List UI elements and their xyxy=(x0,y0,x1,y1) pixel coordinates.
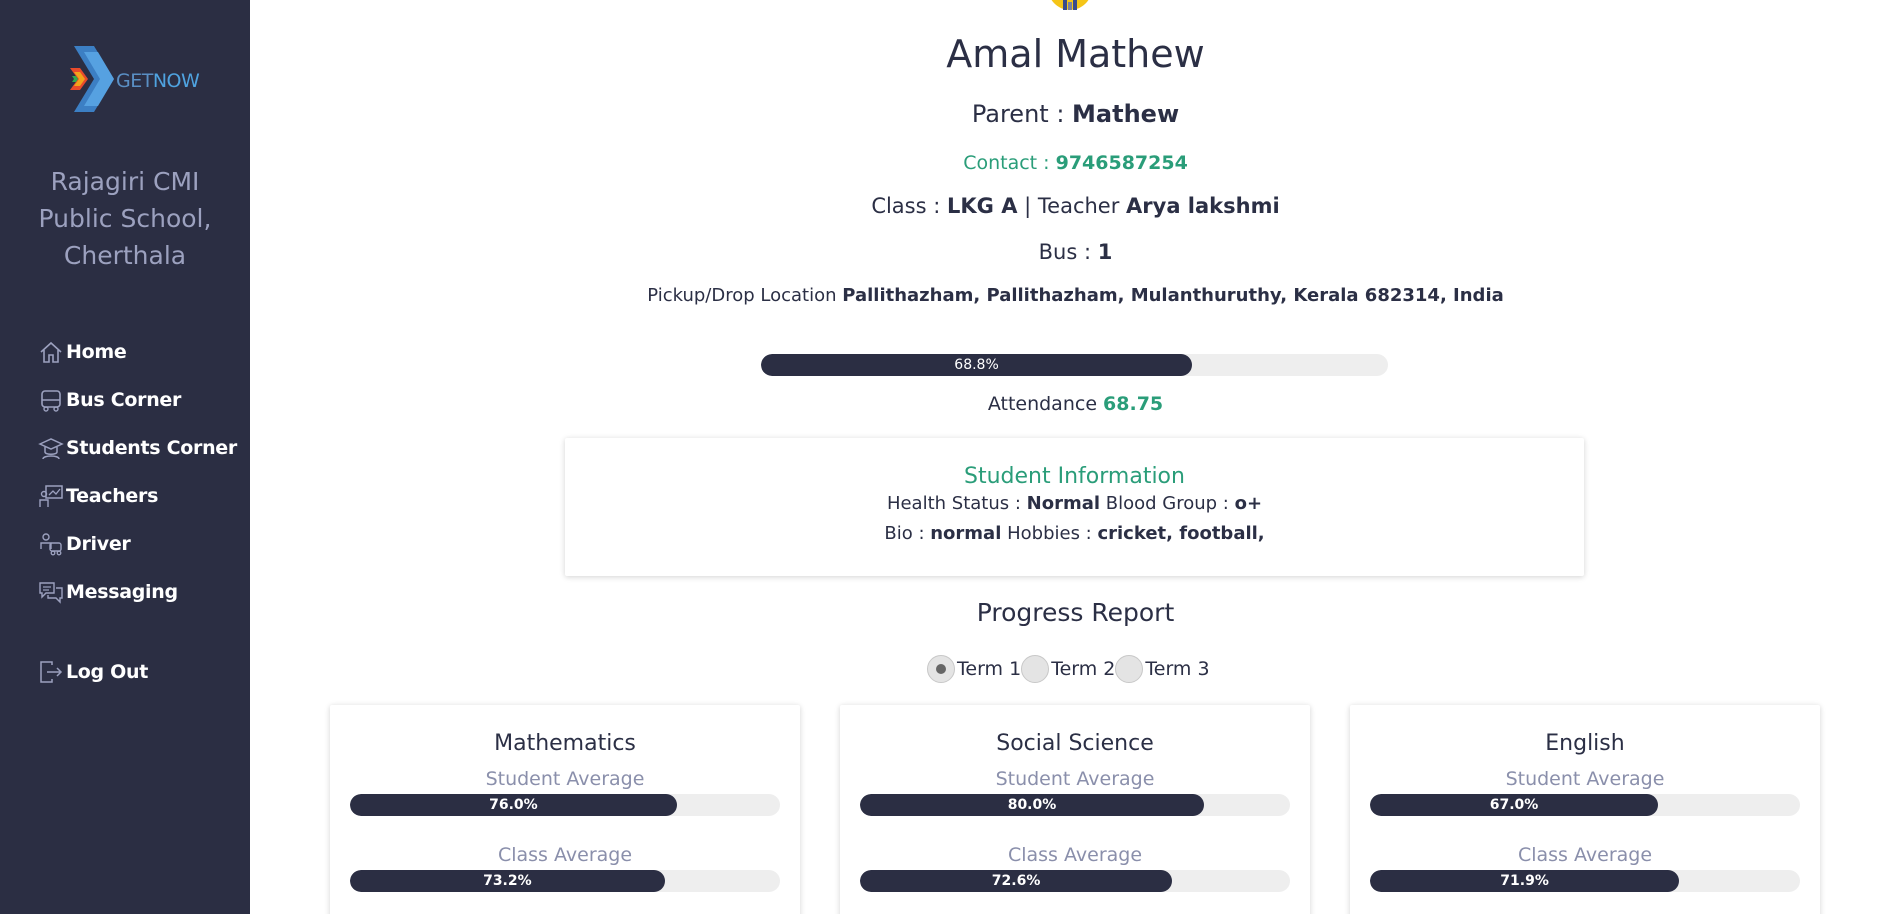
bio-value: normal xyxy=(930,523,1002,544)
health-label: Health Status : xyxy=(886,493,1027,514)
student-information-title: Student Information xyxy=(964,464,1185,489)
sidebar-item-label: Messaging xyxy=(66,581,178,603)
teacher-board-icon xyxy=(39,485,63,507)
blood-group-label: Blood Group : xyxy=(1100,493,1235,514)
home-icon xyxy=(40,341,62,363)
term-2-option[interactable]: Term 2 xyxy=(1021,655,1115,683)
parent-label: Parent : xyxy=(971,100,1073,128)
student-average-fill: 80.0% xyxy=(860,794,1204,816)
student-average-label: Student Average xyxy=(995,768,1155,790)
term-1-option[interactable]: Term 1 xyxy=(927,655,1021,683)
blood-group-value: o+ xyxy=(1234,493,1263,514)
attendance-progress-bar: 68.8% xyxy=(761,354,1388,376)
term-3-radio[interactable] xyxy=(1115,655,1144,683)
chat-icon xyxy=(39,582,63,604)
class-average-label: Class Average xyxy=(1517,844,1653,866)
parent-name: Mathew xyxy=(1072,100,1180,128)
location-line: Pickup/Drop Location Pallithazham, Palli… xyxy=(250,285,1901,306)
logo-wordmark: GETNOW xyxy=(116,70,200,92)
subject-card-social-science: Social Science Student Average 80.0% Cla… xyxy=(840,705,1310,914)
class-average-fill: 73.2% xyxy=(350,870,665,892)
class-average-fill: 71.9% xyxy=(1370,870,1680,892)
contact-number[interactable]: 9746587254 xyxy=(1056,152,1188,174)
subject-card-mathematics: Mathematics Student Average 76.0% Class … xyxy=(330,705,800,914)
class-average-bar: 73.2% xyxy=(350,870,780,892)
getnow-logo[interactable]: GETNOW xyxy=(70,46,200,116)
logout-icon xyxy=(40,661,63,683)
main-content: Amal Mathew Parent : Mathew Contact : 97… xyxy=(250,0,1901,914)
parent-line: Parent : Mathew xyxy=(250,100,1901,128)
class-average-bar: 72.6% xyxy=(860,870,1290,892)
teacher-label: | Teacher xyxy=(1017,194,1127,218)
class-label: Class : xyxy=(871,194,947,218)
health-value: Normal xyxy=(1026,493,1101,514)
sidebar-item-label: Bus Corner xyxy=(66,389,182,411)
logo-chevron-icon xyxy=(70,46,114,112)
sidebar-item-home[interactable]: Home xyxy=(38,328,237,376)
class-average-label: Class Average xyxy=(1007,844,1143,866)
student-average-bar: 76.0% xyxy=(350,794,780,816)
logout-button[interactable]: Log Out xyxy=(38,648,237,696)
attendance-progress-fill: 68.8% xyxy=(761,354,1193,376)
contact-label: Contact : xyxy=(963,152,1056,174)
sidebar-item-driver[interactable]: Driver xyxy=(38,520,237,568)
hobbies-value: cricket, football, xyxy=(1097,523,1265,544)
class-value: LKG A xyxy=(947,194,1018,218)
sidebar-item-teachers[interactable]: Teachers xyxy=(38,472,237,520)
bus-number: 1 xyxy=(1097,240,1113,264)
attendance-line: Attendance 68.75 xyxy=(250,393,1901,415)
attendance-value: 68.75 xyxy=(1103,393,1164,415)
sidebar-item-label: Home xyxy=(66,341,127,363)
sidebar-item-label: Teachers xyxy=(66,485,159,507)
progress-report-title: Progress Report xyxy=(976,598,1175,627)
term-label: Term 1 xyxy=(957,658,1022,680)
logout-label: Log Out xyxy=(66,661,149,683)
sidebar-item-bus-corner[interactable]: Bus Corner xyxy=(38,376,237,424)
student-average-bar: 67.0% xyxy=(1370,794,1800,816)
student-average-label: Student Average xyxy=(485,768,645,790)
student-name: Amal Mathew xyxy=(946,32,1205,76)
bus-icon xyxy=(41,390,61,412)
location-label: Pickup/Drop Location xyxy=(647,285,843,306)
student-average-bar: 80.0% xyxy=(860,794,1290,816)
subject-card-english: English Student Average 67.0% Class Aver… xyxy=(1350,705,1820,914)
subject-name: Social Science xyxy=(996,731,1154,756)
bus-line: Bus : 1 xyxy=(250,240,1901,264)
student-average-fill: 76.0% xyxy=(350,794,677,816)
class-average-label: Class Average xyxy=(497,844,633,866)
sidebar-nav: Home Bus Corner Students Corner Teachers… xyxy=(38,328,237,696)
bus-label: Bus : xyxy=(1038,240,1098,264)
student-information-card: Student Information Health Status : Norm… xyxy=(565,438,1584,576)
bio-label: Bio : xyxy=(884,523,931,544)
teacher-name: Arya lakshmi xyxy=(1126,194,1280,218)
driver-icon xyxy=(40,533,62,556)
term-selector: Term 1 Term 2 Term 3 xyxy=(927,655,1210,683)
hobbies-label: Hobbies : xyxy=(1001,523,1098,544)
graduate-icon xyxy=(38,438,64,460)
school-name: Rajagiri CMI Public School, Cherthala xyxy=(38,167,212,270)
student-avatar xyxy=(1051,0,1089,10)
subject-name: Mathematics xyxy=(494,731,636,756)
sidebar-item-label: Driver xyxy=(66,533,131,555)
term-label: Term 3 xyxy=(1145,658,1210,680)
term-2-radio[interactable] xyxy=(1021,655,1050,683)
class-line: Class : LKG A | Teacher Arya lakshmi xyxy=(250,194,1901,218)
sidebar-item-label: Students Corner xyxy=(66,437,237,459)
location-value: Pallithazham, Pallithazham, Mulanthuruth… xyxy=(842,285,1504,306)
sidebar: GETNOW Rajagiri CMI Public School, Chert… xyxy=(0,0,250,914)
term-3-option[interactable]: Term 3 xyxy=(1115,655,1210,683)
attendance-label: Attendance xyxy=(987,393,1104,415)
subject-name: English xyxy=(1545,731,1625,756)
bio-line: Bio : normal Hobbies : cricket, football… xyxy=(565,519,1584,549)
term-1-radio[interactable] xyxy=(927,655,955,683)
health-line: Health Status : Normal Blood Group : o+ xyxy=(565,489,1584,519)
student-average-fill: 67.0% xyxy=(1370,794,1659,816)
class-average-fill: 72.6% xyxy=(860,870,1173,892)
class-average-bar: 71.9% xyxy=(1370,870,1800,892)
term-label: Term 2 xyxy=(1051,658,1116,680)
sidebar-item-students-corner[interactable]: Students Corner xyxy=(38,424,237,472)
contact-line: Contact : 9746587254 xyxy=(250,152,1901,174)
sidebar-item-messaging[interactable]: Messaging xyxy=(38,568,237,616)
student-average-label: Student Average xyxy=(1505,768,1665,790)
